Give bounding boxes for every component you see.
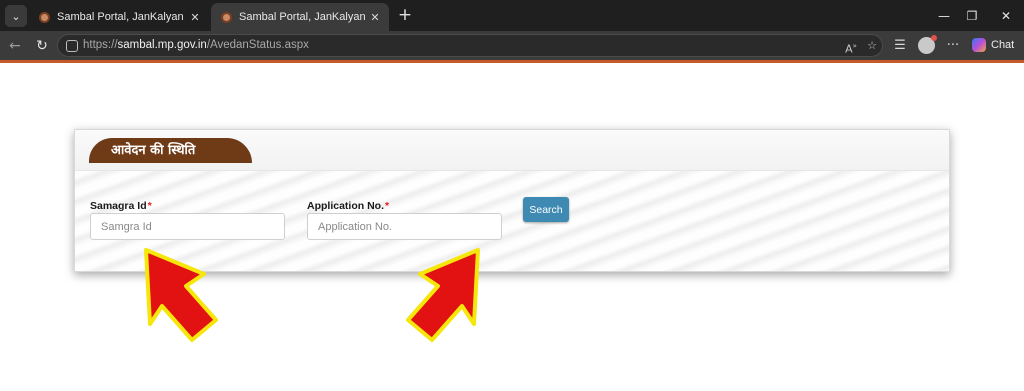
close-tab-icon[interactable]: ✕ <box>187 11 203 24</box>
red-arrow-annotation-icon <box>406 248 480 342</box>
tab-actions-menu-icon[interactable]: ⌄ <box>5 5 27 27</box>
minimize-icon[interactable]: — <box>934 6 954 26</box>
reload-icon[interactable]: ↻ <box>32 36 52 56</box>
url-text: https://sambal.mp.gov.in/AvedanStatus.as… <box>83 39 309 51</box>
chat-label: Chat <box>991 39 1015 51</box>
card-header: आवेदन की स्थिति <box>75 130 949 170</box>
site-info-icon[interactable] <box>66 40 78 52</box>
restore-icon[interactable]: ❐ <box>962 6 982 26</box>
more-options-icon[interactable]: ··· <box>943 36 963 56</box>
address-bar[interactable]: https://sambal.mp.gov.in/AvedanStatus.as… <box>57 34 883 57</box>
tab-title: Sambal Portal, JanKalyan Portal, St <box>57 11 187 23</box>
red-arrow-annotation-icon <box>144 248 218 342</box>
copilot-chat-button[interactable]: Chat <box>968 34 1020 56</box>
browser-tab-1[interactable]: Sambal Portal, JanKalyan Portal, St ✕ <box>29 3 209 31</box>
read-aloud-icon[interactable]: A» <box>843 38 859 56</box>
card-title: आवेदन की स्थिति <box>89 138 252 163</box>
favorite-star-icon[interactable]: ☆ <box>864 38 880 54</box>
tab-title: Sambal Portal, JanKalyan Portal, St <box>239 11 367 23</box>
browser-tab-2-active[interactable]: Sambal Portal, JanKalyan Portal, St ✕ <box>211 3 389 31</box>
page-accent-line <box>0 60 1024 63</box>
close-tab-icon[interactable]: ✕ <box>367 11 383 24</box>
required-mark: * <box>385 200 390 212</box>
profile-avatar[interactable] <box>918 35 937 54</box>
application-no-label: Application No.* <box>307 200 390 212</box>
favorites-icon[interactable]: ☰ <box>890 36 910 56</box>
browser-tab-bar: ⌄ Sambal Portal, JanKalyan Portal, St ✕ … <box>0 0 1024 31</box>
required-mark: * <box>147 200 152 212</box>
browser-toolbar: ← ↻ https://sambal.mp.gov.in/AvedanStatu… <box>0 31 1024 60</box>
back-icon[interactable]: ← <box>5 36 25 56</box>
close-window-icon[interactable]: ✕ <box>996 6 1016 26</box>
search-button[interactable]: Search <box>523 197 569 222</box>
site-favicon-icon <box>221 11 232 23</box>
new-tab-icon[interactable]: + <box>395 5 415 25</box>
site-favicon-icon <box>39 11 50 23</box>
samagra-id-label: Samagra Id* <box>90 200 152 212</box>
copilot-icon <box>972 38 986 52</box>
